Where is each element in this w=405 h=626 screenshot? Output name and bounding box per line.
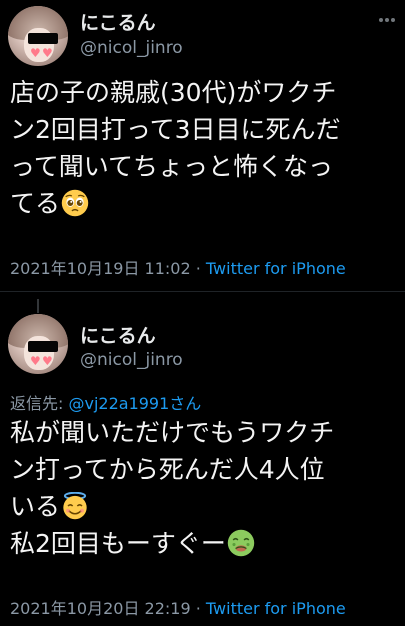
timestamp[interactable]: 2021年10月19日 11:02 xyxy=(10,259,191,278)
tweet-1[interactable]: ♥ ♥ にこるん @nicol_jinro 店の子の親戚(30代)がワクチ ン2… xyxy=(0,0,405,290)
reply-mention-link[interactable]: @vj22a1991 xyxy=(68,394,169,413)
reply-context: 返信先: @vj22a1991さん xyxy=(10,390,201,414)
tweet-source-link[interactable]: Twitter for iPhone xyxy=(206,599,346,618)
meta-separator: · xyxy=(195,259,201,278)
tweet-text-line: 店の子の親戚(30代)がワクチ xyxy=(10,78,337,107)
tweet-text: 私が聞いただけでもうワクチ ン打ってから死んだ人4人位 いる 私2回目もーすぐー xyxy=(10,414,400,562)
nauseated-face-emoji-icon xyxy=(227,529,255,557)
meta-separator: · xyxy=(195,599,201,618)
tweet-text-line: 私2回目もーすぐー xyxy=(10,529,226,558)
tweet-metadata: 2021年10月19日 11:02 · Twitter for iPhone xyxy=(10,255,346,279)
tweet-text-line: いる xyxy=(10,492,61,521)
tweet-text-line: って聞いてちょっと怖くなっ xyxy=(10,152,334,181)
pleading-face-emoji-icon xyxy=(61,189,89,217)
tweet-text-line: ン打ってから死んだ人4人位 xyxy=(10,455,325,484)
user-handle[interactable]: @nicol_jinro xyxy=(80,350,183,370)
display-name[interactable]: にこるん xyxy=(80,8,156,35)
tweet-text-line: ン2回目打って3日目に死んだ xyxy=(10,115,341,144)
more-options-icon[interactable] xyxy=(377,10,397,30)
tweet-text: 店の子の親戚(30代)がワクチ ン2回目打って3日目に死んだ って聞いてちょっと… xyxy=(10,74,400,222)
heart-icon: ♥ xyxy=(30,46,41,60)
reply-label: 返信先: xyxy=(10,394,69,413)
avatar-censor-bar xyxy=(28,341,58,352)
heart-icon: ♥ xyxy=(42,354,53,368)
tweet-divider xyxy=(0,291,405,292)
display-name[interactable]: にこるん xyxy=(80,321,156,348)
tweet-text-line: てる xyxy=(10,189,61,218)
avatar[interactable]: ♥ ♥ xyxy=(8,314,68,374)
tweet-text-line: 私が聞いただけでもうワクチ xyxy=(10,418,335,447)
avatar[interactable]: ♥ ♥ xyxy=(8,6,68,66)
avatar-censor-bar xyxy=(28,33,58,44)
tweet-2[interactable]: ♥ ♥ にこるん @nicol_jinro 返信先: @vj22a1991さん … xyxy=(0,300,405,626)
timestamp[interactable]: 2021年10月20日 22:19 xyxy=(10,599,191,618)
user-handle[interactable]: @nicol_jinro xyxy=(80,38,183,58)
tweet-source-link[interactable]: Twitter for iPhone xyxy=(206,259,346,278)
reply-suffix[interactable]: さん xyxy=(169,394,201,413)
smiling-face-with-halo-emoji-icon xyxy=(63,492,87,520)
heart-icon: ♥ xyxy=(42,46,53,60)
tweet-metadata: 2021年10月20日 22:19 · Twitter for iPhone xyxy=(10,595,346,619)
heart-icon: ♥ xyxy=(30,354,41,368)
